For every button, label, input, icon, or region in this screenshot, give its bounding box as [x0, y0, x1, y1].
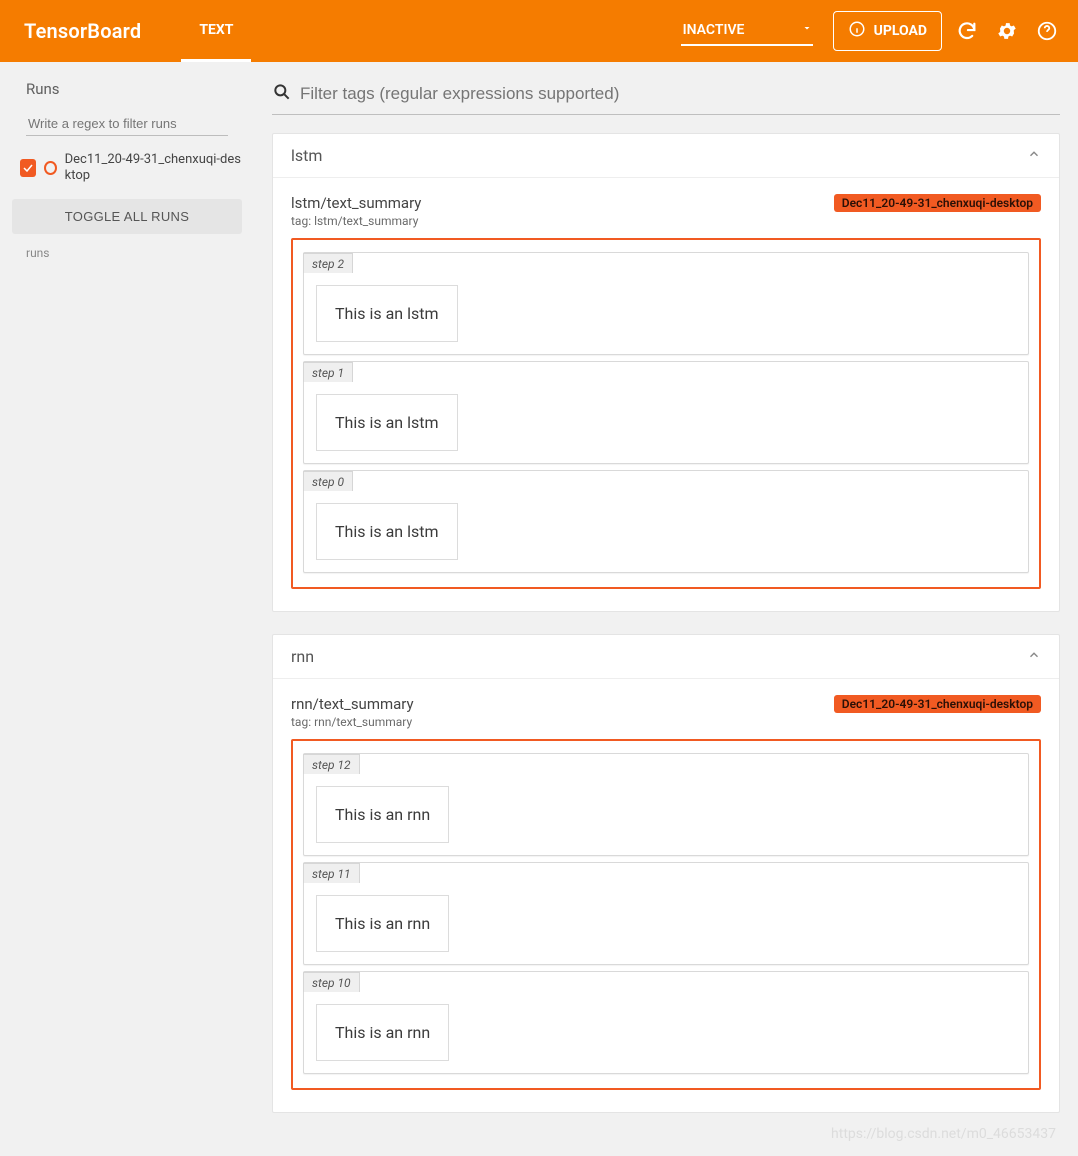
- step-text: This is an lstm: [316, 503, 458, 560]
- sidebar-title: Runs: [26, 80, 228, 98]
- run-badge: Dec11_20-49-31_chenxuqi-desktop: [834, 194, 1041, 212]
- step-text: This is an lstm: [316, 285, 458, 342]
- step-label: step 12: [303, 754, 360, 774]
- step-text: This is an rnn: [316, 1004, 449, 1061]
- tab-bar: TEXT: [181, 0, 251, 62]
- summary-header: rnn/text_summary tag: rnn/text_summary D…: [291, 695, 1041, 729]
- panel-title: rnn: [291, 647, 314, 666]
- panel-header[interactable]: lstm: [273, 134, 1059, 178]
- step-card: step 11 This is an rnn: [303, 862, 1029, 965]
- tag-filter-row: [272, 78, 1060, 115]
- inactive-dropdown[interactable]: INACTIVE: [681, 16, 813, 46]
- gear-icon[interactable]: [996, 20, 1018, 42]
- run-row[interactable]: Dec11_20-49-31_chenxuqi-desktop: [12, 146, 242, 189]
- panel-header[interactable]: rnn: [273, 635, 1059, 679]
- step-label: step 2: [303, 253, 353, 273]
- step-card: step 12 This is an rnn: [303, 753, 1029, 856]
- app-body: Runs Dec11_20-49-31_chenxuqi-desktop TOG…: [0, 62, 1078, 1156]
- step-label: step 11: [303, 863, 360, 883]
- steps-container: step 12 This is an rnn step 11 This is a…: [291, 739, 1041, 1090]
- info-icon: [848, 20, 874, 42]
- panel-body: lstm/text_summary tag: lstm/text_summary…: [273, 178, 1059, 611]
- summary-tag: tag: rnn/text_summary: [291, 715, 414, 729]
- sidebar-footer-label: runs: [26, 246, 228, 260]
- panel-lstm: lstm lstm/text_summary tag: lstm/text_su…: [272, 133, 1060, 612]
- panel-body: rnn/text_summary tag: rnn/text_summary D…: [273, 679, 1059, 1112]
- step-label: step 10: [303, 972, 360, 992]
- run-badge: Dec11_20-49-31_chenxuqi-desktop: [834, 695, 1041, 713]
- run-checkbox[interactable]: [20, 159, 36, 177]
- help-icon[interactable]: [1036, 20, 1058, 42]
- summary-title: rnn/text_summary: [291, 695, 414, 713]
- runs-filter-input[interactable]: [26, 112, 228, 136]
- step-text: This is an lstm: [316, 394, 458, 451]
- step-card: step 2 This is an lstm: [303, 252, 1029, 355]
- upload-button[interactable]: UPLOAD: [833, 11, 942, 51]
- refresh-icon[interactable]: [956, 20, 978, 42]
- tab-label: TEXT: [199, 22, 233, 38]
- inactive-label: INACTIVE: [683, 22, 745, 38]
- app-header: TensorBoard TEXT INACTIVE UPLOAD: [0, 0, 1078, 62]
- chevron-down-icon: [801, 22, 813, 38]
- summary-title: lstm/text_summary: [291, 194, 421, 212]
- step-card: step 0 This is an lstm: [303, 470, 1029, 573]
- upload-label: UPLOAD: [874, 23, 927, 39]
- chevron-up-icon: [1027, 647, 1041, 666]
- step-text: This is an rnn: [316, 786, 449, 843]
- chevron-up-icon: [1027, 146, 1041, 165]
- step-label: step 1: [303, 362, 353, 382]
- panel-rnn: rnn rnn/text_summary tag: rnn/text_summa…: [272, 634, 1060, 1113]
- run-color-swatch: [44, 161, 57, 175]
- toggle-all-runs-button[interactable]: TOGGLE ALL RUNS: [12, 199, 242, 234]
- main-content: lstm lstm/text_summary tag: lstm/text_su…: [254, 62, 1078, 1156]
- search-icon: [272, 82, 292, 106]
- app-brand: TensorBoard: [24, 19, 141, 43]
- panel-title: lstm: [291, 146, 322, 165]
- step-card: step 10 This is an rnn: [303, 971, 1029, 1074]
- run-label: Dec11_20-49-31_chenxuqi-desktop: [65, 152, 242, 183]
- summary-header: lstm/text_summary tag: lstm/text_summary…: [291, 194, 1041, 228]
- steps-container: step 2 This is an lstm step 1 This is an…: [291, 238, 1041, 589]
- tag-filter-input[interactable]: [300, 84, 1060, 104]
- step-label: step 0: [303, 471, 353, 491]
- summary-tag: tag: lstm/text_summary: [291, 214, 421, 228]
- step-card: step 1 This is an lstm: [303, 361, 1029, 464]
- header-icons: [956, 20, 1058, 42]
- step-text: This is an rnn: [316, 895, 449, 952]
- sidebar: Runs Dec11_20-49-31_chenxuqi-desktop TOG…: [0, 62, 254, 1156]
- tab-text[interactable]: TEXT: [181, 0, 251, 62]
